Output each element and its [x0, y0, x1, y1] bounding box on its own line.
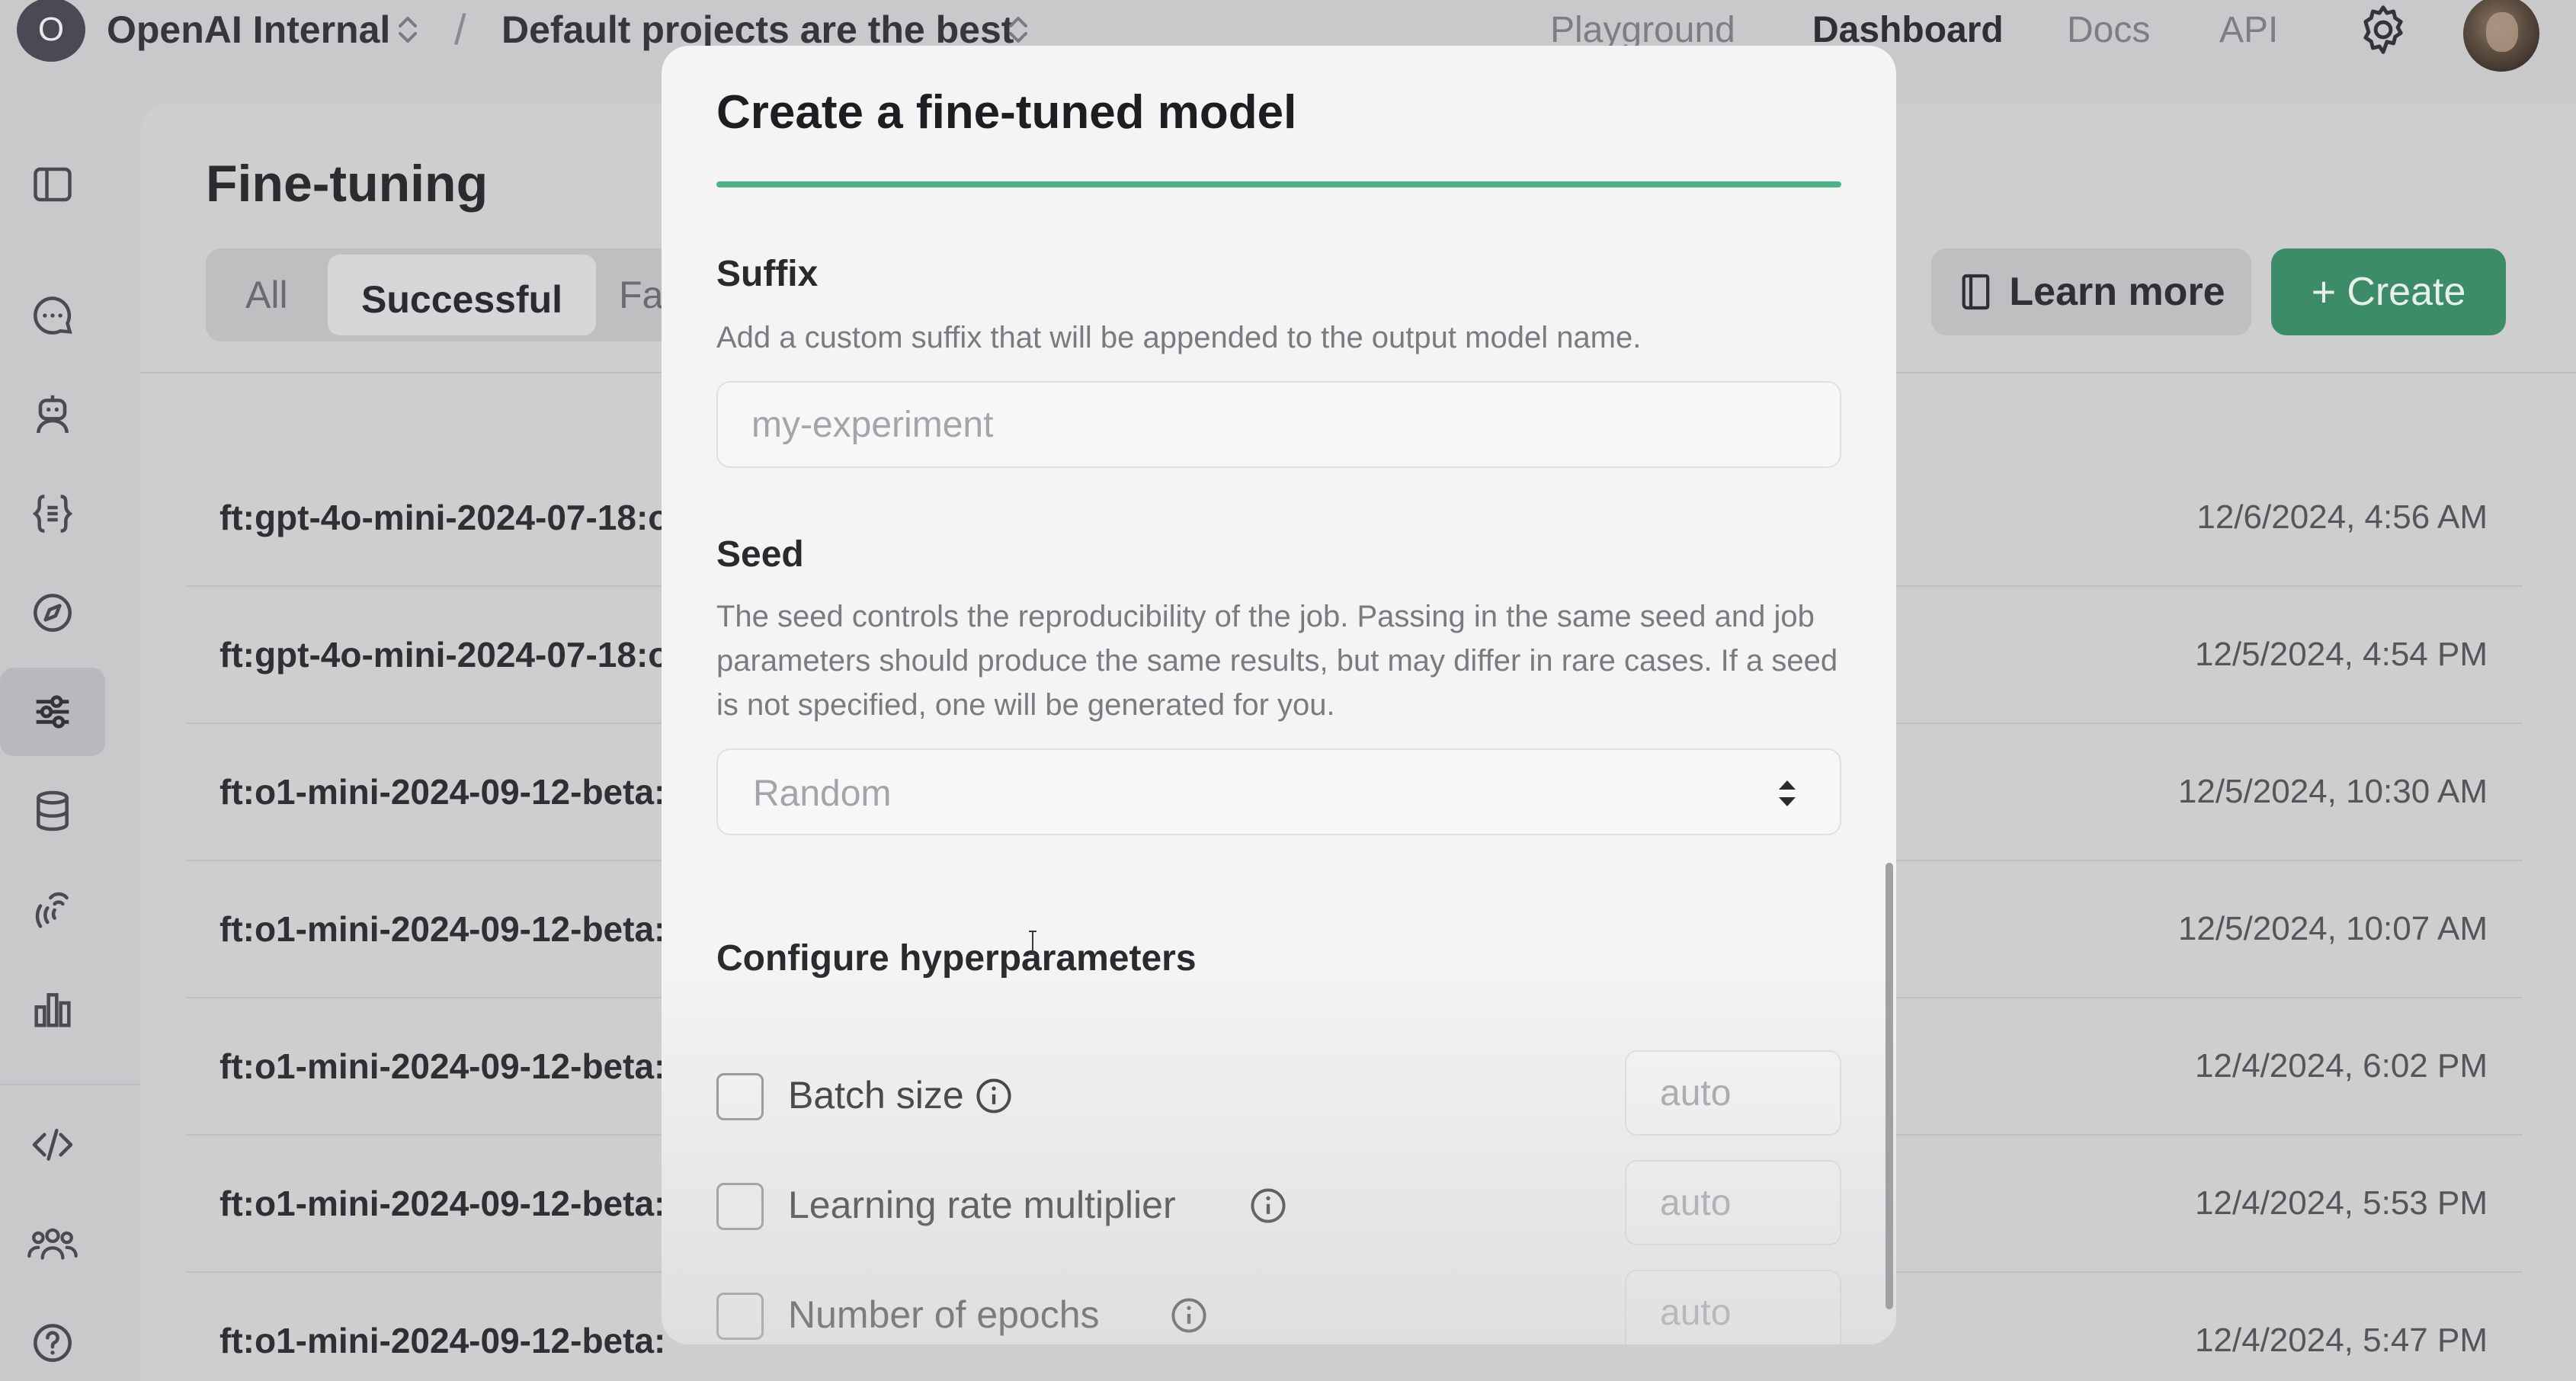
bar-chart-icon[interactable]	[0, 965, 105, 1053]
job-date: 12/5/2024, 10:07 AM	[2177, 910, 2488, 947]
job-date: 12/5/2024, 10:30 AM	[2177, 773, 2488, 810]
code-icon[interactable]	[0, 1101, 105, 1189]
epochs-checkbox[interactable]	[716, 1293, 764, 1340]
job-name: ft:o1-mini-2024-09-12-beta:	[219, 772, 666, 812]
job-date: 12/4/2024, 5:53 PM	[2194, 1184, 2488, 1222]
book-icon	[1962, 274, 1990, 310]
json-braces-icon[interactable]	[0, 469, 105, 558]
job-date: 12/4/2024, 6:02 PM	[2194, 1047, 2488, 1085]
plus-icon: +	[2311, 268, 2337, 316]
nav-docs[interactable]: Docs	[2067, 9, 2150, 51]
nav-api[interactable]: API	[2219, 9, 2278, 51]
page-title: Fine-tuning	[206, 155, 489, 213]
project-switcher-chevron-icon[interactable]	[1003, 11, 1033, 49]
hyperparameters-title: Configure hyperparameters	[716, 938, 1197, 979]
hyperparameter-row-epochs: Number of epochs	[716, 1270, 1841, 1344]
breadcrumb-separator: /	[454, 5, 466, 53]
seed-label: Seed	[716, 534, 804, 575]
hyperparameter-row-learning-rate: Learning rate multiplier	[716, 1160, 1841, 1245]
assistant-robot-icon[interactable]	[0, 370, 105, 459]
learning-rate-label: Learning rate multiplier	[788, 1184, 1176, 1226]
create-fine-tune-modal: Create a fine-tuned model Suffix Add a c…	[662, 46, 1896, 1344]
job-name: ft:o1-mini-2024-09-12-beta:	[219, 1046, 666, 1086]
job-name: ft:gpt-4o-mini-2024-07-18:o	[219, 635, 670, 674]
job-name: ft:o1-mini-2024-09-12-beta:	[219, 1184, 666, 1223]
compass-icon[interactable]	[0, 569, 105, 657]
hyperparameter-row-batch-size: Batch size	[716, 1050, 1841, 1136]
modal-title: Create a fine-tuned model	[716, 86, 1297, 139]
learning-rate-checkbox[interactable]	[716, 1183, 764, 1230]
job-name: ft:o1-mini-2024-09-12-beta:	[219, 1321, 666, 1360]
help-icon[interactable]	[0, 1299, 105, 1381]
org-switcher-chevron-icon[interactable]	[392, 11, 423, 49]
learn-more-button[interactable]: Learn more	[1931, 248, 2251, 335]
batch-size-input[interactable]	[1625, 1050, 1841, 1136]
sidebar-toggle-icon[interactable]	[0, 140, 105, 229]
suffix-label: Suffix	[716, 254, 819, 294]
info-icon[interactable]	[1248, 1186, 1288, 1226]
job-name: ft:gpt-4o-mini-2024-07-18:o	[219, 498, 670, 537]
nav-playground[interactable]: Playground	[1550, 9, 1735, 51]
create-label: Create	[2347, 270, 2466, 314]
user-avatar[interactable]	[2463, 0, 2539, 72]
chat-icon[interactable]	[0, 271, 105, 360]
nav-dashboard[interactable]: Dashboard	[1812, 9, 2004, 51]
epochs-input[interactable]	[1625, 1270, 1841, 1344]
job-date: 12/6/2024, 4:56 AM	[2196, 498, 2488, 536]
tab-failed[interactable]: Fa	[619, 273, 663, 317]
left-rail	[0, 114, 140, 1381]
info-icon[interactable]	[1169, 1296, 1209, 1335]
audio-wave-icon[interactable]	[0, 866, 105, 954]
tab-successful[interactable]: Successful	[328, 255, 597, 335]
batch-size-checkbox[interactable]	[716, 1073, 764, 1120]
users-icon[interactable]	[0, 1200, 105, 1288]
seed-select[interactable]: Random	[716, 748, 1841, 835]
batch-size-label: Batch size	[788, 1074, 964, 1117]
epochs-label: Number of epochs	[788, 1293, 1100, 1336]
create-button[interactable]: + Create	[2271, 248, 2506, 335]
learning-rate-input[interactable]	[1625, 1160, 1841, 1245]
tab-all[interactable]: All	[245, 273, 288, 317]
seed-description: The seed controls the reproducibility of…	[716, 600, 1838, 722]
seed-selected-value: Random	[753, 774, 892, 814]
suffix-input[interactable]	[716, 381, 1841, 468]
suffix-description: Add a custom suffix that will be appende…	[716, 321, 1642, 354]
info-icon[interactable]	[974, 1076, 1014, 1116]
org-avatar[interactable]: O	[17, 0, 85, 62]
database-icon[interactable]	[0, 767, 105, 855]
job-date: 12/5/2024, 4:54 PM	[2194, 636, 2488, 673]
job-date: 12/4/2024, 5:47 PM	[2194, 1322, 2488, 1359]
gear-icon[interactable]	[2355, 2, 2411, 58]
text-cursor-icon	[1029, 931, 1036, 955]
learn-more-label: Learn more	[2009, 270, 2225, 314]
org-name[interactable]: OpenAI Internal	[107, 8, 390, 52]
rail-divider	[0, 1084, 140, 1085]
select-arrows-icon	[1779, 780, 1796, 806]
modal-scrollbar[interactable]	[1886, 863, 1893, 1309]
section-divider	[716, 181, 1841, 187]
sliders-icon[interactable]	[0, 668, 105, 756]
job-name: ft:o1-mini-2024-09-12-beta:	[219, 909, 666, 949]
